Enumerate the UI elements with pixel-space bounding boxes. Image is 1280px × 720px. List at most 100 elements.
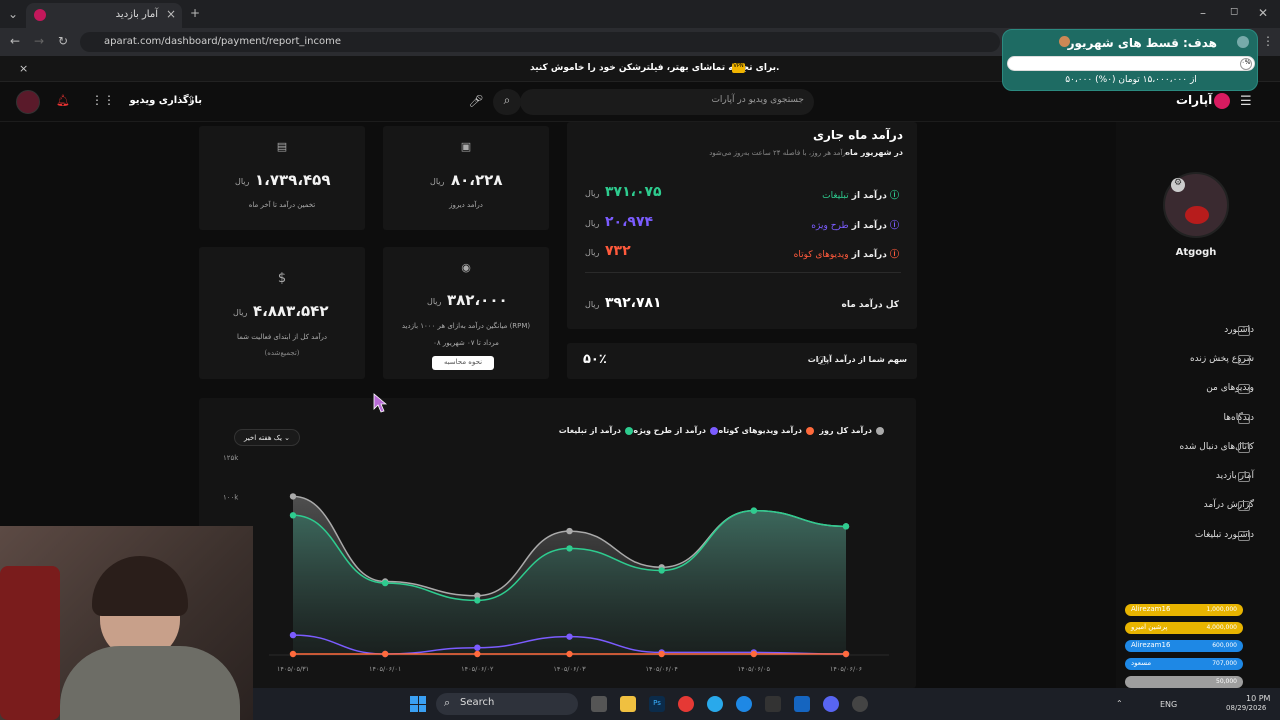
file-explorer-icon[interactable] <box>620 696 636 712</box>
data-point <box>381 579 389 587</box>
voice-search-icon[interactable]: 🎤︎ <box>464 89 488 115</box>
stat-unit: ریال <box>427 297 442 306</box>
total-income-value: ۳۹۲،۷۸۱ <box>605 295 662 311</box>
apps-grid-icon[interactable]: ⋮⋮ <box>91 93 115 107</box>
stat-value: ۴،۸۸۳،۵۴۲ <box>253 302 329 320</box>
short-videos-income-value: ۷۳۲ <box>605 243 631 259</box>
donor-name: Alirezam16 <box>1131 641 1171 649</box>
special-plan-link[interactable]: طرح ویژه <box>811 221 848 231</box>
income-line-chart: ۱۲۵k ۱۰۰k ۱۴۰۵/۰۵/۳۱ ۱۴۰۵/۰۶/۰۱ ۱۴۰۵/۰۶/۰۲ ۱۴… <box>223 454 889 673</box>
dollar-icon: $ <box>277 271 287 286</box>
stat-sublabel: (تجمیع‌شده) <box>264 349 300 357</box>
stat-value: ۳۸۲،۰۰۰ <box>447 291 508 309</box>
windows-start-icon[interactable] <box>410 696 426 712</box>
info-icon[interactable]: ⓘ <box>890 191 899 201</box>
data-point <box>289 650 297 658</box>
taskbar-search-icon: ⌕ <box>444 696 451 709</box>
settings-gear-icon[interactable]: ⚙ <box>1171 178 1185 192</box>
stat-unit: ریال <box>235 177 250 186</box>
income-unit: ریال <box>585 248 600 257</box>
total-income-card: $ ۴،۸۸۳،۵۴۲ ریال درآمد کل از ابتدای فعال… <box>199 247 365 379</box>
new-tab-icon[interactable]: + <box>190 6 200 20</box>
photoshop-icon[interactable]: Ps <box>649 696 665 712</box>
goal-progress-bar: ۰% <box>1007 56 1255 71</box>
tab-close-icon[interactable]: × <box>166 7 176 21</box>
taskbar-search[interactable]: Search <box>436 693 578 715</box>
stat-sublabel: ۰۸ مرداد تا ۰۷ شهریور <box>433 339 499 347</box>
browser-menu-icon[interactable]: ⋮ <box>1262 34 1274 48</box>
forward-icon[interactable]: → <box>34 34 44 48</box>
back-icon[interactable]: ← <box>10 34 20 48</box>
eye-icon: ◉ <box>461 261 471 274</box>
task-view-icon[interactable] <box>591 696 607 712</box>
estimate-month-card: ▤ ۱،۷۳۹،۴۵۹ ریال تخمین درآمد تا آخر ماه <box>199 126 365 230</box>
obs-icon[interactable] <box>852 696 868 712</box>
close-window-icon[interactable]: ✕ <box>1258 6 1268 20</box>
aparat-logo[interactable]: آپارات <box>1176 93 1212 107</box>
stat-label: درآمد کل از ابتدای فعالیت شما <box>236 333 328 341</box>
goal-percent: ۰% <box>1240 58 1252 70</box>
income-row-label: درآمد از تبلیغات ⓘ <box>822 191 899 201</box>
short-videos-link[interactable]: ویدیوهای کوتاه <box>794 250 849 260</box>
divider <box>585 272 901 273</box>
chrome-icon[interactable] <box>678 696 694 712</box>
tray-chevron-icon[interactable]: ⌃ <box>1116 699 1123 708</box>
close-notice-icon[interactable]: × <box>19 62 28 75</box>
calculator-icon: ▤ <box>276 140 288 153</box>
donation-amount: 1,000,000 <box>1206 606 1237 613</box>
stat-value: ۸۰،۲۲۸ <box>451 171 503 189</box>
info-icon[interactable]: ⓘ <box>890 221 899 231</box>
url-field[interactable]: aparat.com/dashboard/payment/report_inco… <box>80 32 1000 52</box>
notification-bell-icon[interactable]: 🔔︎ <box>56 94 70 107</box>
avatar[interactable] <box>16 90 40 114</box>
data-point <box>842 523 850 530</box>
ads-link[interactable]: تبلیغات <box>822 191 848 201</box>
data-point <box>566 633 573 640</box>
telegram-icon[interactable] <box>707 696 723 712</box>
month-label: در شهریور ماه <box>845 148 903 157</box>
live-icon <box>1238 355 1250 365</box>
stat-label: تخمین درآمد تا آخر ماه <box>248 201 316 209</box>
edge-icon[interactable] <box>736 696 752 712</box>
clock-time[interactable]: 10 PM <box>1246 694 1270 703</box>
language-indicator[interactable]: ENG <box>1160 700 1177 709</box>
donation-amount: 50,000 <box>1216 678 1237 685</box>
clock-date[interactable]: 08/29/2026 <box>1226 704 1266 712</box>
stat-unit: ریال <box>430 177 445 186</box>
minimize-icon[interactable]: – <box>1200 6 1206 20</box>
app-icon[interactable] <box>765 696 781 712</box>
data-point <box>474 597 481 604</box>
x-tick-label: ۱۴۰۵/۰۶/۰۴ <box>646 665 679 673</box>
search-icon[interactable]: ⌕ <box>493 89 521 115</box>
search-input[interactable]: جستجوی ویدیو در آپارات <box>520 89 814 115</box>
donor-name: Alirezam16 <box>1131 605 1171 613</box>
yesterday-income-card: ▣ ۸۰،۲۲۸ ریال درآمد دیروز <box>383 126 549 230</box>
share-info-icon[interactable]: ⓘ <box>818 354 827 367</box>
donation-amount: 707,000 <box>1212 660 1237 667</box>
browser-tab[interactable]: آمار بازدید × <box>26 3 182 28</box>
webcam-overlay <box>0 526 253 720</box>
ads-icon <box>1238 531 1250 541</box>
x-tick-label: ۱۴۰۵/۰۶/۰۱ <box>369 665 401 673</box>
data-point <box>566 650 573 658</box>
profile-avatar[interactable]: ⚙ <box>1163 172 1229 238</box>
hamburger-menu-icon[interactable]: ☰ <box>1240 94 1252 109</box>
info-icon[interactable]: ⓘ <box>890 250 899 260</box>
share-value: ۵۰٪ <box>583 352 607 367</box>
app-icon[interactable] <box>794 696 810 712</box>
total-label: کل درآمد ماه <box>841 300 899 310</box>
discord-icon[interactable] <box>823 696 839 712</box>
tab-list-icon[interactable]: ⌄ <box>8 7 18 21</box>
how-calculated-button[interactable]: نحوه محاسبه <box>432 356 494 370</box>
data-point <box>750 507 758 514</box>
data-point <box>566 545 573 552</box>
aparat-logo-icon[interactable] <box>1214 93 1230 109</box>
stat-label: درآمد دیروز <box>449 201 483 209</box>
reload-icon[interactable]: ↻ <box>58 34 68 48</box>
tab-title: آمار بازدید <box>115 9 158 20</box>
maximize-icon[interactable]: ◻ <box>1230 6 1238 17</box>
donation-entry: پرشین امیرو 4,000,000 <box>1125 622 1243 634</box>
data-point <box>289 512 297 519</box>
income-chart-panel: یک هفته اخیر ⌄ درآمد کل روز درآمد ویدیوها… <box>199 398 916 688</box>
donation-goal-overlay: هدف: قسط های شهریور ۰% ۵۰،۰۰۰ از ۱۵،۰۰۰،… <box>1002 29 1258 91</box>
